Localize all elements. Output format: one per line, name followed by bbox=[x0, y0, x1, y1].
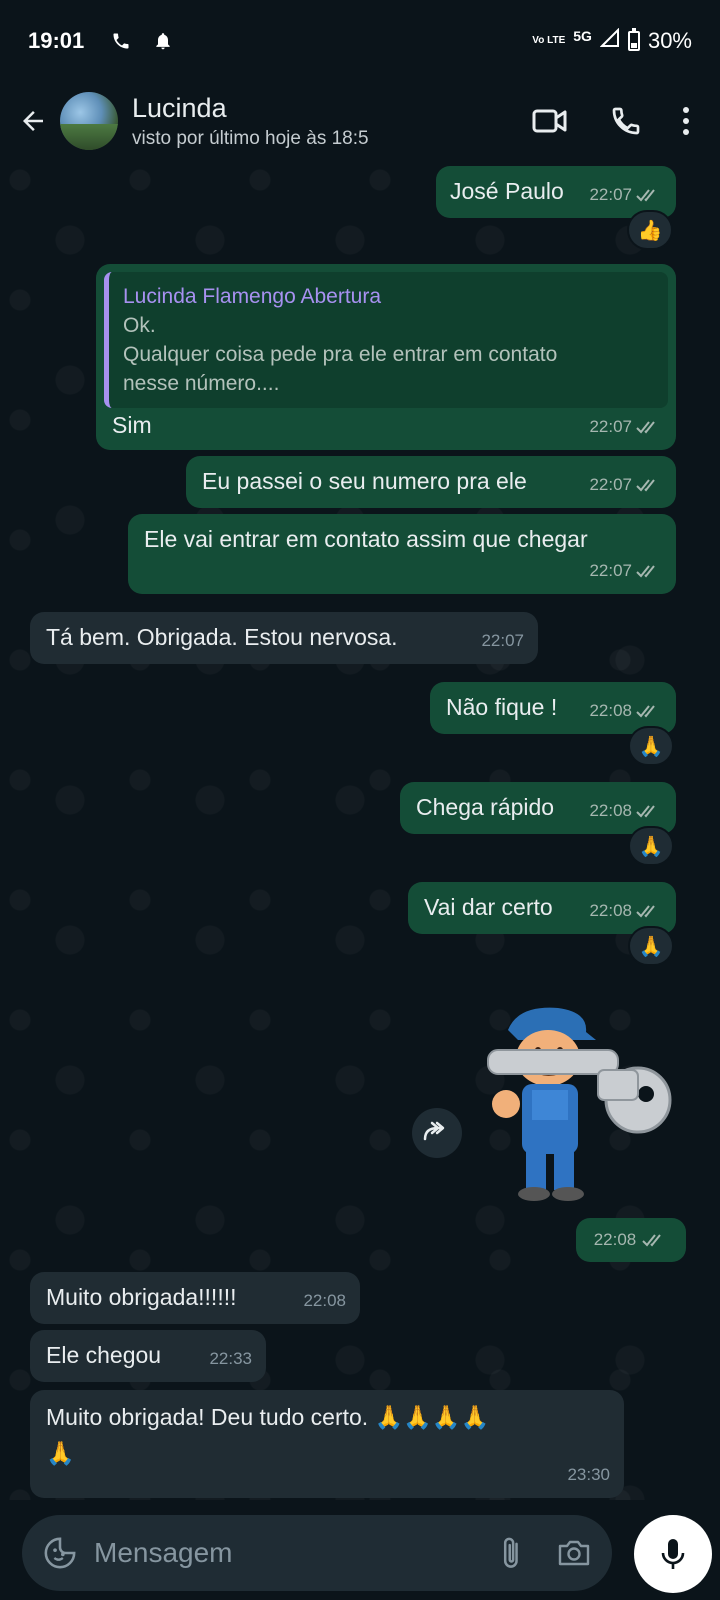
message-time: 22:08 bbox=[589, 901, 632, 920]
message-bubble[interactable]: Muito obrigada! Deu tudo certo. 🙏🙏🙏🙏 🙏 2… bbox=[30, 1390, 624, 1498]
message-bubble[interactable]: Muito obrigada!!!!!! 22:08 bbox=[30, 1272, 360, 1324]
read-ticks-icon bbox=[636, 189, 655, 202]
message-bubble[interactable]: Chega rápido 22:08 bbox=[400, 782, 676, 834]
message-meta: 22:33 bbox=[209, 1344, 252, 1374]
back-arrow-icon bbox=[23, 111, 43, 131]
message-meta: 22:08 bbox=[589, 696, 662, 726]
read-ticks-icon bbox=[636, 479, 655, 492]
read-ticks-icon bbox=[636, 905, 655, 918]
message-bubble[interactable]: Tá bem. Obrigada. Estou nervosa. 22:07 bbox=[30, 612, 538, 664]
reaction-badge[interactable]: 🙏 bbox=[628, 826, 674, 866]
forward-arrow-icon bbox=[423, 1121, 445, 1141]
read-ticks-icon bbox=[642, 1234, 662, 1247]
message-meta: 22:07 bbox=[589, 180, 662, 210]
message-bubble[interactable]: Eu passei o seu numero pra ele 22:07 bbox=[186, 456, 676, 508]
battery-percent: 30% bbox=[647, 28, 692, 53]
message-bubble[interactable]: Lucinda Flamengo Abertura Ok. Qualquer c… bbox=[96, 264, 676, 450]
message-meta: 22:07 bbox=[589, 470, 662, 500]
message-text: Muito obrigada!!!!!! bbox=[46, 1284, 237, 1310]
message-meta: 22:08 bbox=[303, 1286, 346, 1316]
message-meta: 22:07 bbox=[481, 626, 524, 656]
last-seen: visto por último hoje às 18:5 bbox=[132, 127, 369, 149]
sticker-time-chip: 22:08 bbox=[576, 1218, 686, 1262]
quote-text-line: Qualquer coisa pede pra ele entrar em co… bbox=[123, 343, 558, 366]
message-time: 22:07 bbox=[589, 475, 632, 494]
contact-info[interactable]: Lucinda visto por último hoje às 18:5 bbox=[132, 93, 504, 150]
phone-call-icon bbox=[110, 30, 132, 52]
message-meta: 22:08 bbox=[589, 796, 662, 826]
message-text: Não fique ! bbox=[446, 694, 558, 720]
quote-text-line: nesse número.... bbox=[123, 372, 280, 395]
status-time: 19:01 bbox=[28, 28, 85, 53]
message-text: Chega rápido bbox=[416, 794, 555, 820]
message-composer[interactable]: Mensagem bbox=[22, 1515, 612, 1591]
message-time: 22:08 bbox=[589, 801, 632, 820]
message-text: Ele vai entrar em contato assim que cheg… bbox=[144, 526, 588, 552]
message-meta: 22:08 bbox=[589, 896, 662, 926]
attach-button[interactable] bbox=[492, 1533, 532, 1573]
forward-button[interactable] bbox=[412, 1108, 462, 1158]
reaction-badge[interactable]: 👍 bbox=[627, 210, 673, 250]
message-meta: 22:07 bbox=[589, 556, 662, 586]
message-time: 22:08 bbox=[303, 1291, 346, 1310]
read-ticks-icon bbox=[636, 805, 655, 818]
message-bubble[interactable]: Ele vai entrar em contato assim que cheg… bbox=[128, 514, 676, 594]
network-type: 5G bbox=[573, 28, 592, 44]
message-time: 23:30 bbox=[567, 1465, 610, 1484]
message-text: Muito obrigada! Deu tudo certo. 🙏🙏🙏🙏 bbox=[46, 1404, 490, 1430]
reaction-badge[interactable]: 🙏 bbox=[628, 726, 674, 766]
mechanic-sticker[interactable] bbox=[478, 1000, 688, 1210]
video-call-button[interactable] bbox=[520, 91, 580, 151]
message-bubble[interactable]: Não fique ! 22:08 bbox=[430, 682, 676, 734]
sticker-emoji-icon bbox=[44, 1537, 76, 1569]
back-button[interactable] bbox=[6, 91, 60, 151]
reaction-badge[interactable]: 🙏 bbox=[628, 926, 674, 966]
notification-bell-icon bbox=[152, 30, 174, 52]
message-time: 22:07 bbox=[589, 417, 632, 436]
voice-call-button[interactable] bbox=[596, 91, 656, 151]
volte-indicator: Vo LTE bbox=[532, 35, 566, 46]
message-text: Vai dar certo bbox=[424, 894, 553, 920]
message-text: José Paulo bbox=[450, 178, 564, 204]
message-time: 22:07 bbox=[481, 631, 524, 650]
chat-header: Lucinda visto por último hoje às 18:5 bbox=[0, 82, 720, 160]
message-bubble[interactable]: Vai dar certo 22:08 bbox=[408, 882, 676, 934]
message-text: Sim bbox=[112, 412, 152, 438]
camera-button[interactable] bbox=[554, 1533, 594, 1573]
message-input[interactable]: Mensagem bbox=[94, 1537, 492, 1569]
signal-icon bbox=[599, 27, 620, 54]
message-time: 22:07 bbox=[589, 185, 632, 204]
battery-icon bbox=[627, 28, 640, 51]
quote-text-line: Ok. bbox=[123, 314, 156, 337]
message-text: Ele chegou bbox=[46, 1342, 162, 1368]
message-time: 22:08 bbox=[593, 1230, 637, 1249]
message-meta: 22:07 bbox=[589, 412, 662, 442]
message-text: 🙏 bbox=[46, 1440, 75, 1466]
quote-author: Lucinda Flamengo Abertura bbox=[123, 285, 381, 308]
message-time: 22:07 bbox=[589, 561, 632, 580]
contact-name: Lucinda bbox=[132, 92, 227, 123]
message-meta: 23:30 bbox=[567, 1460, 610, 1490]
message-time: 22:33 bbox=[209, 1349, 252, 1368]
status-bar: 19:01 Vo LTE 5G 30% bbox=[0, 0, 720, 82]
voice-record-button[interactable] bbox=[634, 1515, 712, 1593]
status-right: Vo LTE 5G 30% bbox=[532, 27, 692, 54]
avatar[interactable] bbox=[60, 92, 118, 150]
message-bubble[interactable]: Ele chegou 22:33 bbox=[30, 1330, 266, 1382]
read-ticks-icon bbox=[636, 565, 655, 578]
quoted-message[interactable]: Lucinda Flamengo Abertura Ok. Qualquer c… bbox=[104, 272, 668, 408]
paperclip-icon bbox=[503, 1537, 518, 1568]
overflow-menu-button[interactable] bbox=[666, 91, 706, 151]
message-time: 22:08 bbox=[589, 701, 632, 720]
camera-icon bbox=[558, 1540, 590, 1566]
emoji-button[interactable] bbox=[40, 1533, 80, 1573]
read-ticks-icon bbox=[636, 421, 655, 434]
message-text: Eu passei o seu numero pra ele bbox=[202, 468, 527, 494]
message-text: Tá bem. Obrigada. Estou nervosa. bbox=[46, 624, 398, 650]
read-ticks-icon bbox=[636, 705, 655, 718]
phone-icon bbox=[612, 107, 640, 135]
video-camera-icon bbox=[532, 109, 567, 133]
microphone-icon bbox=[661, 1539, 685, 1569]
more-vert-icon bbox=[683, 107, 689, 135]
